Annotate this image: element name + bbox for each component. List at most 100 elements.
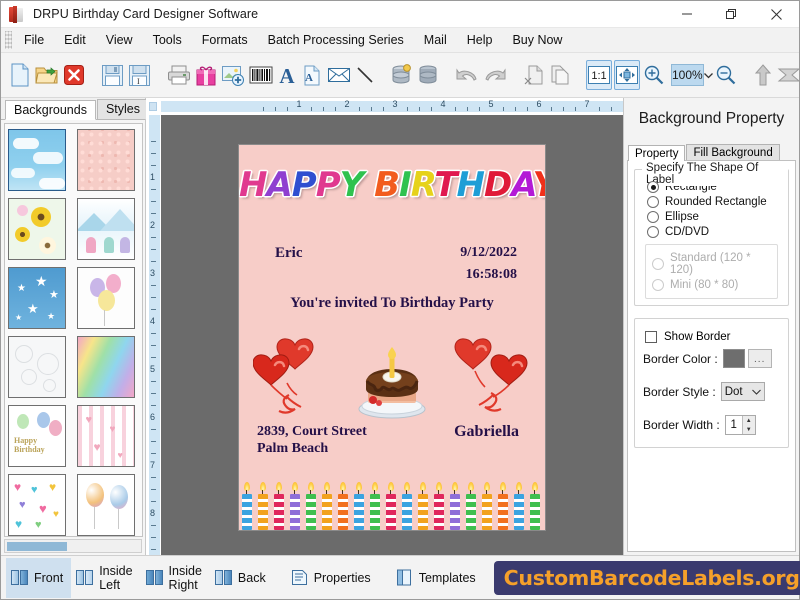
radio-cd-dvd[interactable]: CD/DVD [647, 226, 780, 238]
background-thumb-pastel-balloons[interactable] [77, 267, 135, 329]
ruler-tick [419, 107, 420, 111]
view-button-inside-right[interactable]: Inside Right [141, 558, 210, 598]
card-design-front[interactable]: HAPPY BIRTHDAY Eric 9/12/2022 16:58:08 Y… [239, 145, 545, 530]
fit-to-window-icon[interactable] [614, 60, 640, 90]
radio-button-icon[interactable] [647, 181, 659, 193]
barcode-icon[interactable] [248, 60, 274, 90]
menu-mail[interactable]: Mail [414, 30, 457, 50]
save-icon[interactable] [100, 60, 125, 90]
stepper-down-icon[interactable]: ▼ [743, 425, 755, 434]
undo-icon[interactable] [454, 60, 480, 90]
new-document-icon[interactable] [8, 60, 32, 90]
card-field-name[interactable]: Eric [275, 245, 303, 262]
redo-icon[interactable] [482, 60, 508, 90]
heart-balloons-left-icon[interactable] [253, 333, 339, 423]
tab-styles[interactable]: Styles [97, 99, 149, 119]
radio-button-icon[interactable] [647, 211, 659, 223]
save-as-icon[interactable]: I [127, 60, 152, 90]
background-thumb-pastel-mountains[interactable] [77, 198, 135, 260]
tab-property[interactable]: Property [628, 145, 685, 161]
chevron-down-icon[interactable] [704, 64, 713, 86]
print-icon[interactable] [166, 60, 192, 90]
checkbox-icon[interactable] [645, 331, 657, 343]
heart-balloons-right-icon[interactable] [447, 333, 533, 423]
zoom-out-icon[interactable] [714, 60, 738, 90]
maximize-button[interactable] [709, 1, 754, 28]
menu-view[interactable]: View [96, 30, 143, 50]
zoom-in-icon[interactable] [642, 60, 666, 90]
menu-grip-handle[interactable] [5, 31, 12, 49]
database-icon[interactable] [416, 60, 440, 90]
background-thumb-white-bubbles[interactable] [8, 336, 66, 398]
view-button-inside-left[interactable]: Inside Left [71, 558, 140, 598]
background-thumb-rainbow-gradient[interactable] [77, 336, 135, 398]
stepper-buttons[interactable]: ▲ ▼ [742, 416, 755, 434]
background-thumb-balloon-bouquets[interactable] [77, 474, 135, 536]
radio-rounded-rectangle-label: Rounded Rectangle [665, 196, 767, 208]
background-thumb-yellow-daisies[interactable] [8, 198, 66, 260]
properties-button[interactable]: Properties [286, 558, 379, 598]
radio-button-icon[interactable] [647, 196, 659, 208]
menu-edit[interactable]: Edit [54, 30, 96, 50]
text-icon[interactable]: A [276, 60, 298, 90]
copy-icon[interactable] [548, 60, 572, 90]
templates-button[interactable]: Templates [391, 558, 484, 598]
border-color-browse-button[interactable]: ... [748, 349, 772, 368]
canvas-background[interactable]: HAPPY BIRTHDAY Eric 9/12/2022 16:58:08 Y… [161, 115, 623, 555]
minimize-button[interactable] [664, 1, 709, 28]
card-heading-letter [363, 165, 374, 205]
ruler-tick [151, 381, 156, 382]
candle-border-graphic[interactable] [239, 480, 545, 530]
move-up-icon[interactable] [752, 60, 774, 90]
background-thumb-colorful-hearts[interactable]: ♥ ♥ ♥ ♥ ♥ ♥ ♥ ♥ [8, 474, 66, 536]
menu-help[interactable]: Help [457, 30, 503, 50]
background-thumb-clouds-sky[interactable] [8, 129, 66, 191]
view-button-front[interactable]: Front [6, 558, 71, 598]
radio-rounded-rectangle[interactable]: Rounded Rectangle [647, 196, 780, 208]
card-field-address[interactable]: 2839, Court Street Palm Beach [257, 423, 367, 457]
show-border-checkbox-row[interactable]: Show Border [645, 331, 780, 343]
close-document-icon[interactable] [62, 60, 86, 90]
radio-button-icon[interactable] [647, 226, 659, 238]
actual-size-icon[interactable]: 1:1 [586, 60, 612, 90]
database-add-icon[interactable] [390, 60, 414, 90]
background-thumb-happy-birthday-balloons[interactable]: HappyBirthday [8, 405, 66, 467]
view-button-back[interactable]: Back [210, 558, 274, 598]
border-style-select[interactable]: Dot [721, 382, 765, 401]
radio-ellipse[interactable]: Ellipse [647, 211, 780, 223]
tab-backgrounds[interactable]: Backgrounds [5, 100, 96, 120]
card-field-date[interactable]: 9/12/2022 [460, 245, 517, 261]
ruler-tick [151, 153, 156, 154]
border-width-stepper[interactable]: 1 ▲ ▼ [725, 415, 756, 435]
background-thumb-pink-floral-texture[interactable] [77, 129, 135, 191]
card-heading-happy-birthday[interactable]: HAPPY BIRTHDAY [239, 165, 545, 205]
close-button[interactable] [754, 1, 799, 28]
menu-buy-now[interactable]: Buy Now [502, 30, 572, 50]
card-field-time[interactable]: 16:58:08 [466, 267, 517, 283]
menu-tools[interactable]: Tools [143, 30, 192, 50]
border-color-swatch[interactable] [723, 349, 745, 368]
cut-icon[interactable] [522, 60, 546, 90]
watermark-text-icon[interactable]: A [300, 60, 324, 90]
backgrounds-horizontal-scrollbar[interactable] [4, 539, 142, 553]
menu-formats[interactable]: Formats [192, 30, 258, 50]
gift-card-icon[interactable] [194, 60, 218, 90]
brand-banner[interactable]: CustomBarcodeLabels.org [494, 561, 800, 595]
tab-fill-background[interactable]: Fill Background [686, 144, 779, 160]
scrollbar-thumb[interactable] [7, 542, 67, 551]
card-field-invitation[interactable]: You're invited To Birthday Party [239, 295, 545, 312]
background-thumb-blue-stars[interactable]: ★ ★ ★ ★ ★ ★ [8, 267, 66, 329]
menu-batch-processing-series[interactable]: Batch Processing Series [258, 30, 414, 50]
open-folder-icon[interactable] [34, 60, 60, 90]
email-icon[interactable] [326, 60, 352, 90]
align-icon[interactable] [776, 60, 800, 90]
menu-file[interactable]: File [14, 30, 54, 50]
line-icon[interactable] [354, 60, 376, 90]
background-thumb-pink-hearts-stripes[interactable]: ♥ ♥ ♥ ♥ [77, 405, 135, 467]
candle-icon [432, 487, 446, 530]
birthday-cake-icon[interactable] [353, 345, 431, 423]
stepper-up-icon[interactable]: ▲ [743, 416, 755, 425]
zoom-level-input[interactable]: 100% [671, 64, 704, 86]
card-field-recipient[interactable]: Gabriella [454, 423, 519, 441]
insert-image-icon[interactable] [220, 60, 246, 90]
